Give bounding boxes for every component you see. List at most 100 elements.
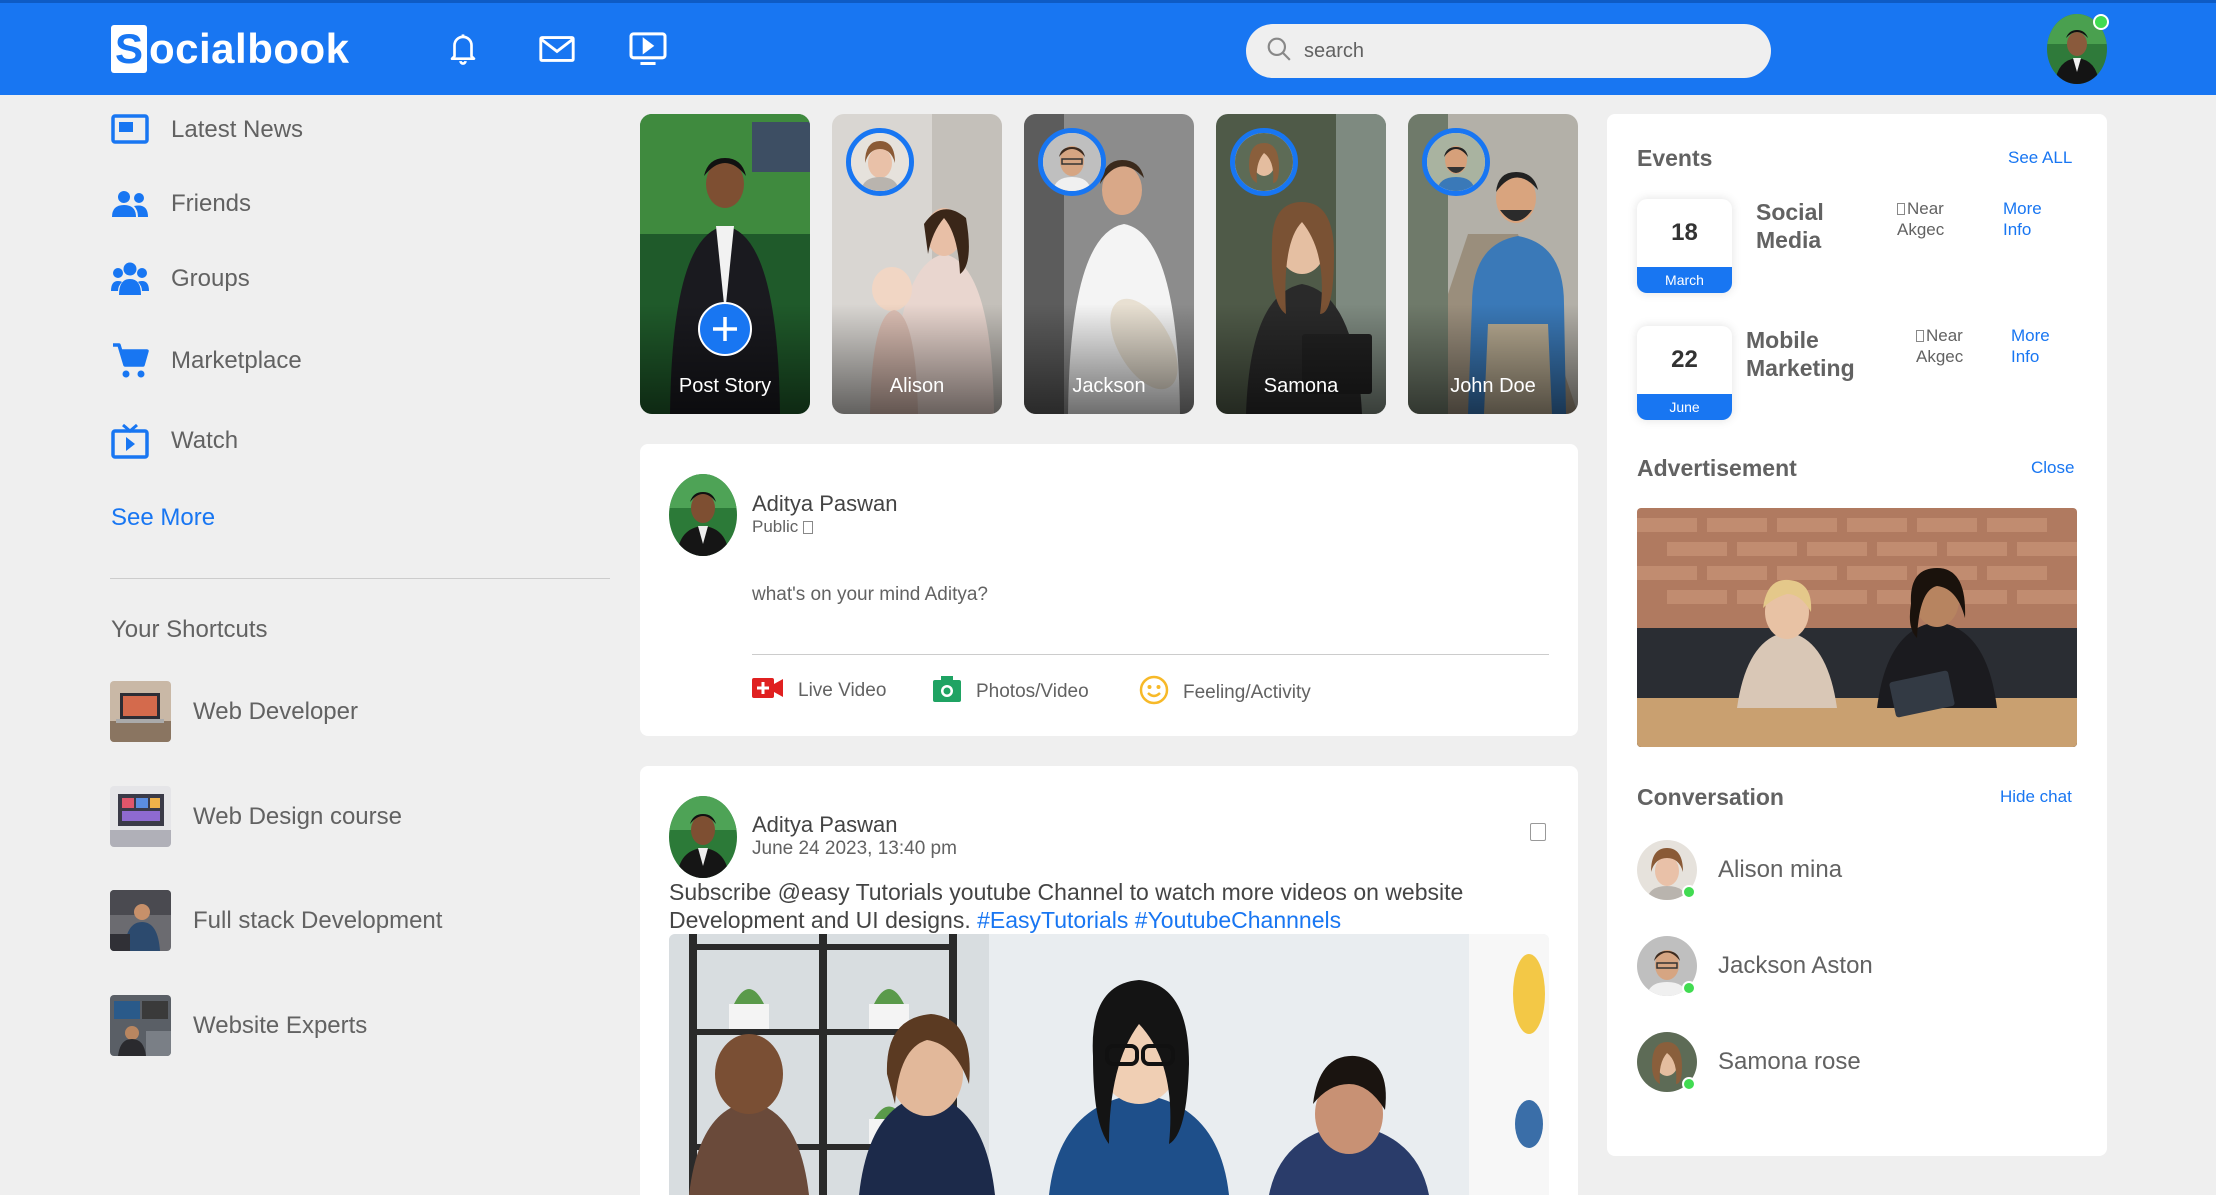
shortcut-thumbnail	[110, 681, 171, 742]
sidebar-item-label: Watch	[171, 427, 239, 454]
logo-letter: S	[111, 25, 147, 73]
live-video-button[interactable]: Live Video	[752, 675, 886, 706]
groups-icon	[110, 259, 150, 299]
shortcut-thumbnail	[110, 890, 171, 951]
shortcut-label: Website Experts	[193, 1011, 368, 1039]
story-avatar	[846, 128, 914, 196]
contact-name: Alison mina	[1718, 856, 1843, 883]
story-alison[interactable]: Alison	[832, 114, 1002, 414]
story-name: Jackson	[1072, 375, 1146, 397]
smiley-icon	[1139, 675, 1169, 710]
sidebar-item-latest-news[interactable]: Latest News	[110, 110, 303, 150]
conversation-heading: Conversation	[1637, 784, 1784, 810]
sidebar-item-label: Groups	[171, 265, 250, 292]
event-month: March	[1637, 267, 1732, 293]
video-icon[interactable]	[628, 29, 668, 69]
story-avatar	[1230, 128, 1298, 196]
post-author-avatar[interactable]	[669, 796, 737, 878]
plus-icon[interactable]	[698, 302, 752, 356]
location-pin-icon	[1916, 330, 1924, 342]
story-name: John Doe	[1450, 375, 1536, 397]
online-status-dot	[2093, 14, 2109, 30]
see-all-events-link[interactable]: See ALL	[2008, 148, 2072, 168]
sidebar-item-friends[interactable]: Friends	[110, 184, 251, 224]
event-location: Near Akgec	[1916, 325, 1986, 367]
close-ad-link[interactable]: Close	[2031, 458, 2074, 478]
shortcut-label: Web Design course	[193, 802, 402, 830]
shortcut-web-developer[interactable]: Web Developer	[110, 681, 358, 742]
post-hashtags[interactable]: #EasyTutorials #YoutubeChannnels	[977, 907, 1341, 933]
sidebar-item-watch[interactable]: Watch	[110, 421, 238, 461]
chat-contact-jackson[interactable]: Jackson Aston	[1637, 936, 1873, 996]
composer-divider	[752, 654, 1549, 655]
online-status-dot	[1682, 1077, 1696, 1091]
mail-icon[interactable]	[537, 29, 577, 69]
shortcut-website-experts[interactable]: Website Experts	[110, 995, 367, 1056]
event-date-badge: 22 June	[1637, 326, 1732, 420]
story-post-story[interactable]: Post Story	[640, 114, 810, 414]
sidebar-item-marketplace[interactable]: Marketplace	[110, 341, 302, 381]
post-timestamp: June 24 2023, 13:40 pm	[752, 838, 957, 859]
contact-avatar	[1637, 1032, 1697, 1092]
location-pin-icon	[1897, 203, 1905, 215]
shortcut-label: Web Developer	[193, 697, 358, 725]
event-title[interactable]: Mobile Marketing	[1746, 326, 1876, 382]
cart-icon	[110, 341, 150, 381]
sidebar-item-label: Latest News	[171, 116, 304, 143]
shortcut-thumbnail	[110, 786, 171, 847]
chevron-down-icon	[803, 520, 814, 534]
post-author-name[interactable]: Aditya Paswan	[752, 812, 898, 838]
friends-icon	[110, 184, 150, 224]
feeling-activity-button[interactable]: Feeling/Activity	[1139, 675, 1311, 710]
brand-logo[interactable]: S ocialbook	[111, 25, 350, 73]
story-name: Post Story	[678, 375, 772, 397]
sidebar-item-groups[interactable]: Groups	[110, 259, 250, 299]
sidebar-item-label: Marketplace	[171, 347, 302, 374]
photos-video-button[interactable]: Photos/Video	[932, 675, 1089, 708]
sidebar-divider	[110, 578, 610, 579]
online-status-dot	[1682, 885, 1696, 899]
event-day: 18	[1671, 219, 1698, 246]
event-more-info-link[interactable]: More Info	[2011, 325, 2071, 367]
shortcut-web-design-course[interactable]: Web Design course	[110, 786, 402, 847]
shortcut-full-stack-development[interactable]: Full stack Development	[110, 890, 442, 951]
events-heading: Events	[1637, 145, 1713, 171]
see-more-link[interactable]: See More	[111, 504, 215, 532]
bell-icon[interactable]	[443, 29, 483, 69]
shortcut-label: Full stack Development	[193, 906, 443, 934]
story-jackson[interactable]: Jackson	[1024, 114, 1194, 414]
contact-avatar	[1637, 936, 1697, 996]
search-input[interactable]	[1304, 39, 1744, 63]
post-image[interactable]	[669, 934, 1549, 1195]
photos-video-label: Photos/Video	[976, 680, 1089, 702]
contact-name: Jackson Aston	[1718, 952, 1873, 979]
feeling-activity-label: Feeling/Activity	[1183, 681, 1311, 703]
privacy-label: Public	[752, 517, 799, 536]
story-avatar	[1422, 128, 1490, 196]
logo-text: ocialbook	[149, 25, 350, 72]
search-icon	[1266, 36, 1292, 67]
hide-chat-link[interactable]: Hide chat	[2000, 787, 2072, 807]
more-options-icon[interactable]	[1530, 823, 1546, 841]
user-avatar[interactable]	[2047, 14, 2109, 84]
advertisement-heading: Advertisement	[1637, 455, 1797, 481]
composer-user-name: Aditya Paswan	[752, 491, 898, 516]
event-more-info-link[interactable]: More Info	[2003, 198, 2063, 240]
advertisement-image[interactable]	[1637, 508, 2077, 747]
story-samona[interactable]: Samona	[1216, 114, 1386, 414]
composer-avatar[interactable]	[669, 474, 737, 556]
event-title[interactable]: Social Media	[1756, 198, 1866, 254]
shortcut-thumbnail	[110, 995, 171, 1056]
camera-icon	[932, 675, 962, 708]
story-name: Samona	[1263, 375, 1339, 397]
contact-name: Samona rose	[1718, 1048, 1861, 1075]
privacy-selector[interactable]: Public	[752, 517, 814, 537]
story-john-doe[interactable]: John Doe	[1408, 114, 1578, 414]
live-video-label: Live Video	[798, 679, 887, 701]
story-name: Alison	[889, 375, 945, 397]
event-day: 22	[1671, 346, 1698, 373]
chat-contact-samona[interactable]: Samona rose	[1637, 1032, 1861, 1092]
chat-contact-alison[interactable]: Alison mina	[1637, 840, 1842, 900]
composer-input[interactable]: what's on your mind Aditya?	[752, 584, 988, 606]
event-date-badge: 18 March	[1637, 199, 1732, 293]
